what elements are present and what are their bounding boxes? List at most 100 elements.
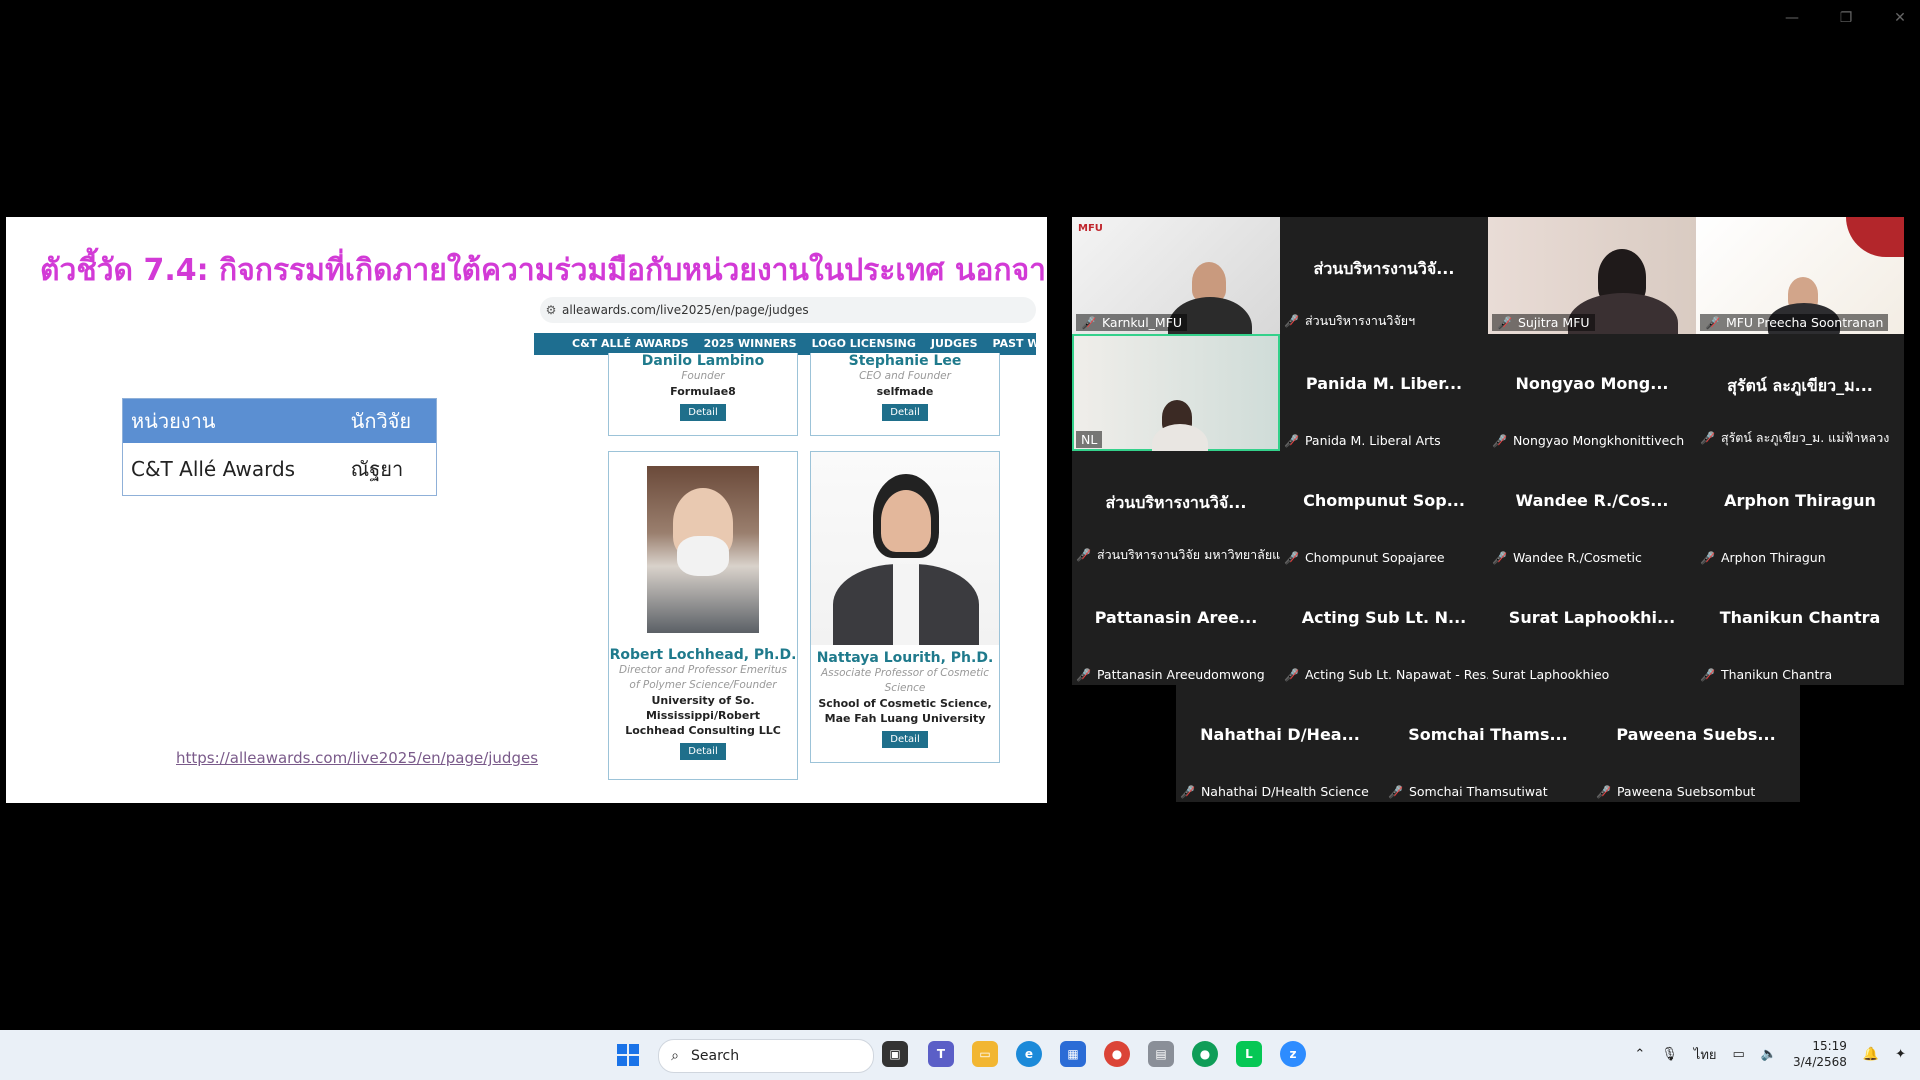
table-cell-unit: C&T Allé Awards: [131, 457, 296, 481]
participant-tile[interactable]: Surat Laphookhi... Surat Laphookhieo: [1488, 568, 1696, 685]
participant-label: 🎤̸ Wandee R./Cosmetic: [1492, 550, 1642, 565]
website-screenshot: ⚙ alleawards.com/live2025/en/page/judges …: [528, 297, 1036, 803]
participant-tile[interactable]: ส่วนบริหารงานวิจั... 🎤̸ ส่วนบริหารงานวิจั…: [1280, 217, 1488, 334]
participant-label: 🎤̸ Nahathai D/Health Science: [1180, 784, 1369, 799]
participant-tile[interactable]: สุรัตน์ ละภูเขียว_ม... 🎤̸ สุรัตน์ ละภูเขี…: [1696, 334, 1904, 451]
judge-org: School of Cosmetic Science, Mae Fah Luan…: [818, 697, 992, 725]
judge-org: selfmade: [876, 385, 934, 398]
search-label: Search: [691, 1048, 740, 1064]
site-nav-item: LOGO LICENSING: [811, 337, 916, 350]
participant-tile[interactable]: MFU 🎤̸ Karnkul_MFU: [1072, 217, 1280, 334]
line-icon[interactable]: L: [1236, 1041, 1262, 1067]
volume-icon[interactable]: 🔈: [1761, 1047, 1777, 1062]
participant-label: 🎤̸ Pattanasin Areeudomwong: [1076, 667, 1265, 682]
detail-button[interactable]: Detail: [680, 743, 726, 760]
detail-button[interactable]: Detail: [882, 404, 928, 421]
site-nav-item: JUDGES: [930, 337, 978, 350]
judge-card: Nattaya Lourith, Ph.D. Associate Profess…: [810, 451, 1000, 763]
clock-date: 3/4/2568: [1793, 1055, 1847, 1069]
chrome-profile-icon[interactable]: ●: [1192, 1041, 1218, 1067]
participant-tile[interactable]: 🎤̸ MFU Preecha Soontranan: [1696, 217, 1904, 334]
site-settings-icon: ⚙: [545, 303, 557, 317]
participant-tile[interactable]: Chompunut Sop... 🎤̸ Chompunut Sopajaree: [1280, 451, 1488, 568]
participant-label: 🎤̸ ส่วนบริหารงานวิจัยฯ: [1284, 313, 1416, 328]
participant-name: สุรัตน์ ละภูเขียว_ม...: [1727, 376, 1873, 395]
taskbar-search[interactable]: ⌕ Search: [658, 1039, 874, 1073]
participant-label: 🎤̸ส่วนบริหารงานวิจัย มหาวิทยาลัยแม่...: [1076, 547, 1280, 562]
restore-icon[interactable]: ❐: [1836, 10, 1856, 26]
mic-muted-icon: 🎤̸: [1081, 315, 1096, 330]
participant-name: Arphon Thiragun: [1724, 491, 1876, 510]
participant-name: ส่วนบริหารงานวิจั...: [1105, 493, 1247, 512]
site-nav-item: PAST WINNER: [992, 337, 1036, 350]
participant-tile[interactable]: Wandee R./Cos... 🎤̸ Wandee R./Cosmetic: [1488, 451, 1696, 568]
judge-photo: [811, 452, 999, 645]
participant-label: 🎤̸ Panida M. Liberal Arts: [1284, 433, 1441, 448]
judge-name: Stephanie Lee: [848, 353, 962, 369]
app-window-icon[interactable]: ▤: [1148, 1041, 1174, 1067]
copilot-icon[interactable]: ✦: [1895, 1047, 1906, 1062]
participant-tile[interactable]: Pattanasin Aree... 🎤̸ Pattanasin Areeudom…: [1072, 568, 1280, 685]
participant-tile[interactable]: Acting Sub Lt. N... 🎤̸ Acting Sub Lt. Nap…: [1280, 568, 1488, 685]
participant-name: Pattanasin Aree...: [1094, 608, 1258, 627]
edge-icon[interactable]: e: [1016, 1041, 1042, 1067]
chevron-up-icon[interactable]: ⌃: [1634, 1047, 1645, 1062]
judge-photo: [647, 466, 759, 633]
participant-label: 🎤̸ Somchai Thamsutiwat: [1388, 784, 1548, 799]
table-header-researcher: นักวิจัย: [342, 398, 437, 443]
network-icon[interactable]: ▭: [1733, 1047, 1745, 1062]
minimize-icon[interactable]: —: [1782, 10, 1802, 26]
participant-name: Wandee R./Cos...: [1515, 491, 1669, 510]
chrome-icon[interactable]: ●: [1104, 1041, 1130, 1067]
detail-button[interactable]: Detail: [882, 731, 928, 748]
detail-button[interactable]: Detail: [680, 404, 726, 421]
participant-name: Nongyao Mong...: [1515, 374, 1669, 393]
store-icon[interactable]: ▦: [1060, 1041, 1086, 1067]
file-explorer-icon[interactable]: ▭: [972, 1041, 998, 1067]
participant-tile[interactable]: Arphon Thiragun 🎤̸ Arphon Thiragun: [1696, 451, 1904, 568]
participant-tile[interactable]: Somchai Thams... 🎤̸ Somchai Thamsutiwat: [1384, 685, 1592, 802]
unit-researcher-table: หน่วยงาน นักวิจัย C&T Allé Awards ณัฐยา: [122, 398, 437, 496]
microphone-icon[interactable]: 🎙: [1661, 1047, 1678, 1062]
zoom-icon[interactable]: z: [1280, 1041, 1306, 1067]
participant-name: Surat Laphookhi...: [1508, 608, 1676, 627]
judge-org: University of So. Mississippi/Robert Loc…: [625, 694, 781, 737]
judge-org: Formulae8: [670, 385, 736, 398]
task-view-icon[interactable]: ▣: [882, 1041, 908, 1067]
mic-muted-icon: 🎤̸: [1180, 784, 1195, 799]
clock-time: 15:19: [1812, 1039, 1847, 1053]
mic-muted-icon: 🎤̸: [1388, 784, 1403, 799]
participant-name: Panida M. Liber...: [1305, 374, 1463, 393]
teams-icon[interactable]: T: [928, 1041, 954, 1067]
mic-muted-icon: 🎤̸: [1705, 315, 1720, 330]
participant-name: Nahathai D/Hea...: [1200, 725, 1360, 744]
bell-icon[interactable]: 🔔: [1863, 1047, 1879, 1062]
judge-role: Founder: [681, 370, 725, 382]
participant-tile[interactable]: Thanikun Chantra 🎤̸ Thanikun Chantra: [1696, 568, 1904, 685]
participant-tile[interactable]: Nongyao Mong... 🎤̸ Nongyao Mongkhonittive…: [1488, 334, 1696, 451]
mic-muted-icon: 🎤̸: [1076, 667, 1091, 682]
participant-tile[interactable]: Panida M. Liber... 🎤̸ Panida M. Liberal A…: [1280, 334, 1488, 451]
mic-muted-icon: 🎤̸: [1284, 433, 1299, 448]
participant-tile[interactable]: 🎤̸ Sujitra MFU: [1488, 217, 1696, 334]
judge-role: Associate Professor of Cosmetic Science: [820, 667, 989, 694]
participant-tile[interactable]: Paweena Suebs... 🎤̸ Paweena Suebsombut: [1592, 685, 1800, 802]
mic-muted-icon: 🎤̸: [1700, 667, 1715, 682]
participant-name: Somchai Thams...: [1408, 725, 1568, 744]
address-bar: ⚙ alleawards.com/live2025/en/page/judges: [540, 297, 1036, 323]
participant-tile[interactable]: Nahathai D/Hea... 🎤̸ Nahathai D/Health Sc…: [1176, 685, 1384, 802]
participant-label: 🎤̸ Thanikun Chantra: [1700, 667, 1833, 682]
close-icon[interactable]: ✕: [1890, 10, 1910, 26]
site-nav: C&T ALLÉ AWARDS 2025 WINNERS LOGO LICENS…: [534, 333, 1036, 355]
language-indicator[interactable]: ไทย: [1694, 1044, 1717, 1065]
taskbar: ⌕ Search ▣ T ▭ e ▦ ● ▤ ● L z ⌃ 🎙 ไทย ▭ 🔈 …: [0, 1030, 1920, 1080]
participant-tile[interactable]: NL: [1072, 334, 1280, 451]
judges-link[interactable]: https://alleawards.com/live2025/en/page/…: [176, 749, 538, 767]
participant-label: 🎤̸ Chompunut Sopajaree: [1284, 550, 1445, 565]
judge-card: Danilo Lambino Founder Formulae8 Detail: [608, 353, 798, 436]
participant-label: 🎤̸ Paweena Suebsombut: [1596, 784, 1756, 799]
windows-start-icon[interactable]: [617, 1044, 639, 1066]
site-nav-item: C&T ALLÉ AWARDS: [572, 337, 689, 350]
participant-tile[interactable]: ส่วนบริหารงานวิจั... 🎤̸ ส่วนบริหารงานวิจั…: [1072, 451, 1280, 568]
clock[interactable]: 15:19 3/4/2568: [1793, 1038, 1847, 1070]
